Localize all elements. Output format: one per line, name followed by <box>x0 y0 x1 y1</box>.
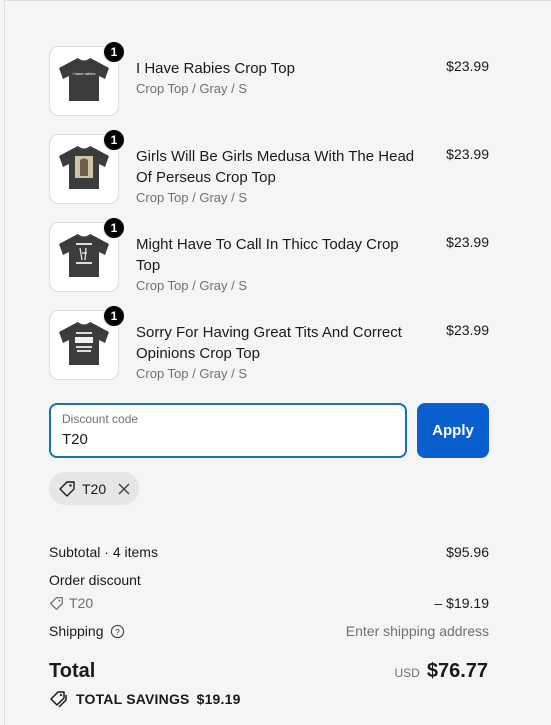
order-summary-panel: i have rabies 1 I Have Rabies Crop Top C… <box>4 0 551 725</box>
quantity-badge: 1 <box>102 128 126 152</box>
apply-discount-button[interactable]: Apply <box>417 403 489 458</box>
product-price: $23.99 <box>446 234 489 250</box>
savings-value: $19.19 <box>196 691 241 707</box>
shirt-graphic <box>75 337 93 343</box>
tshirt-icon <box>59 146 109 189</box>
subtotal-row: Subtotal · 4 items $95.96 <box>49 544 489 560</box>
product-variant: Crop Top / Gray / S <box>136 81 248 96</box>
product-variant: Crop Top / Gray / S <box>136 278 248 293</box>
shirt-print-text: i have rabies <box>73 71 96 76</box>
subtotal-label: Subtotal · 4 items <box>49 544 158 560</box>
product-title: I Have Rabies Crop Top <box>136 60 295 77</box>
shipping-row: Shipping ? Enter shipping address <box>49 623 489 639</box>
shipping-value: Enter shipping address <box>345 623 489 639</box>
currency-code: USD <box>394 666 420 680</box>
savings-label: TOTAL SAVINGS <box>76 691 190 707</box>
quantity-badge: 1 <box>102 304 126 328</box>
tshirt-icon: i have rabies <box>59 58 109 101</box>
product-info: Sorry For Having Great Tits And Correct … <box>136 322 426 384</box>
product-variant: Crop Top / Gray / S <box>136 190 248 205</box>
order-discount-value: – $19.19 <box>434 595 490 611</box>
tag-icon <box>59 480 75 497</box>
order-discount-code: T20 <box>69 595 94 611</box>
product-title: Might Have To Call In Thicc Today Crop T… <box>136 236 399 274</box>
tag-icon <box>50 596 63 610</box>
close-icon[interactable] <box>117 482 131 496</box>
shipping-label: Shipping <box>49 623 104 639</box>
order-discount-row: T20 – $19.19 <box>49 595 489 614</box>
remove-discount-button[interactable] <box>117 482 131 496</box>
product-title: Sorry For Having Great Tits And Correct … <box>136 324 402 362</box>
total-savings: TOTAL SAVINGS $19.19 <box>49 690 241 708</box>
order-discount-label-row: Order discount <box>49 572 489 588</box>
discount-code-field[interactable]: Discount code T20 <box>49 403 407 458</box>
tshirt-icon <box>59 322 109 365</box>
product-info: I Have Rabies Crop Top Crop Top / Gray /… <box>136 58 426 99</box>
applied-discount-code: T20 <box>82 480 107 497</box>
help-icon[interactable]: ? <box>110 624 125 639</box>
svg-text:?: ? <box>115 626 120 636</box>
total-amount: USD $76.77 <box>394 660 488 683</box>
quantity-badge: 1 <box>102 216 126 240</box>
tags-icon <box>50 691 67 708</box>
discount-code-input[interactable]: T20 <box>62 431 88 448</box>
product-variant: Crop Top / Gray / S <box>136 366 248 381</box>
quantity-badge: 1 <box>102 40 126 64</box>
total-value: $76.77 <box>426 660 488 682</box>
product-price: $23.99 <box>446 58 489 74</box>
tshirt-icon <box>59 234 109 277</box>
discount-code-label: Discount code <box>62 412 139 426</box>
product-price: $23.99 <box>446 146 489 162</box>
product-title: Girls Will Be Girls Medusa With The Head… <box>136 148 415 186</box>
subtotal-value: $95.96 <box>446 544 489 560</box>
total-label: Total <box>49 660 96 682</box>
product-price: $23.99 <box>446 322 489 338</box>
product-info: Might Have To Call In Thicc Today Crop T… <box>136 234 426 296</box>
order-discount-label: Order discount <box>49 572 141 588</box>
product-info: Girls Will Be Girls Medusa With The Head… <box>136 146 426 208</box>
applied-discount-chip: T20 <box>49 472 139 505</box>
